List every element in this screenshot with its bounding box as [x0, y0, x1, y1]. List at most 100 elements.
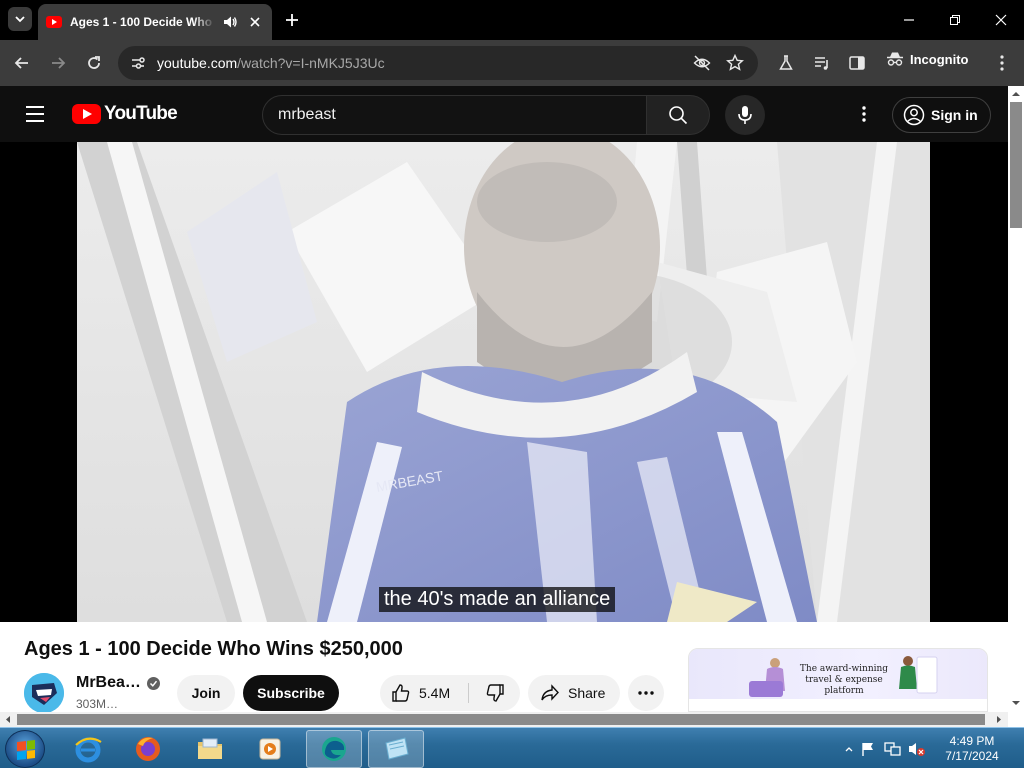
- kebab-menu-icon: [862, 106, 866, 122]
- windows-logo-icon: [17, 740, 35, 760]
- share-label: Share: [568, 685, 606, 701]
- action-center-flag-icon[interactable]: [860, 741, 878, 757]
- incognito-label: Incognito: [910, 51, 969, 67]
- arrow-right-icon: [52, 57, 66, 69]
- dislike-button[interactable]: [469, 675, 520, 711]
- tab-search-button[interactable]: [8, 7, 32, 31]
- forward-button[interactable]: [44, 49, 72, 77]
- screen: Ages 1 - 100 Decide Who Wins $250,000: [0, 0, 1024, 768]
- channel-avatar[interactable]: [24, 673, 64, 712]
- url-path: /watch?v=I-nMKJ5J3Uc: [237, 55, 385, 71]
- bookmark-star-icon[interactable]: [723, 51, 747, 75]
- channel-name[interactable]: MrBea…: [76, 674, 160, 692]
- chevron-down-icon: [15, 16, 25, 23]
- speaker-icon[interactable]: [221, 13, 239, 31]
- site-info-button[interactable]: [126, 51, 150, 75]
- media-controls-icon[interactable]: [808, 49, 836, 77]
- scroll-right-arrow-icon[interactable]: [994, 712, 1004, 727]
- url-text: youtube.com/watch?v=I-nMKJ5J3Uc: [157, 55, 385, 71]
- address-bar[interactable]: youtube.com/watch?v=I-nMKJ5J3Uc: [118, 46, 758, 80]
- sign-in-button[interactable]: Sign in: [892, 97, 991, 133]
- share-button[interactable]: Share: [528, 675, 620, 711]
- more-actions-button[interactable]: [628, 675, 664, 711]
- restore-icon: [950, 15, 960, 25]
- video-frame[interactable]: MRBEAST the 40's made an alliance: [77, 142, 930, 622]
- voice-search-button[interactable]: [725, 95, 765, 135]
- scrollbar-corner: [1008, 712, 1024, 727]
- browser-menu-button[interactable]: [988, 49, 1016, 77]
- network-icon[interactable]: [884, 741, 902, 757]
- browser-tab[interactable]: Ages 1 - 100 Decide Who Wins $250,000: [38, 4, 272, 40]
- notes-icon[interactable]: [368, 730, 424, 768]
- labs-flask-icon[interactable]: [772, 49, 800, 77]
- vertical-scrollbar[interactable]: [1008, 86, 1024, 712]
- search-icon: [669, 106, 688, 125]
- side-panel-icon[interactable]: [843, 49, 871, 77]
- reload-icon: [88, 56, 100, 69]
- like-button[interactable]: 5.4M: [380, 675, 468, 711]
- close-window-button[interactable]: [987, 6, 1015, 34]
- minimize-icon: [904, 19, 914, 21]
- channel-name-text: MrBea…: [76, 674, 141, 691]
- subscriber-count: 303M…: [76, 697, 119, 711]
- horizontal-scrollbar[interactable]: [0, 712, 1008, 727]
- scroll-up-arrow-icon[interactable]: [1008, 89, 1024, 99]
- restore-button[interactable]: [941, 6, 969, 34]
- youtube-play-icon: [72, 104, 101, 124]
- taskbar-clock[interactable]: 4:49 PM 7/17/2024: [930, 734, 1014, 764]
- search-button[interactable]: [646, 95, 710, 135]
- tab-close-icon[interactable]: [246, 13, 264, 31]
- eye-off-icon[interactable]: [690, 51, 714, 75]
- horizontal-scroll-thumb[interactable]: [17, 714, 985, 725]
- reload-button[interactable]: [80, 49, 108, 77]
- account-icon: [903, 104, 925, 126]
- vertical-scroll-thumb[interactable]: [1010, 102, 1022, 228]
- youtube-logo[interactable]: YouTube: [72, 103, 178, 125]
- youtube-favicon-icon: [46, 16, 62, 28]
- incognito-indicator[interactable]: Incognito: [886, 51, 969, 67]
- join-button[interactable]: Join: [177, 675, 235, 711]
- clock-time: 4:49 PM: [949, 734, 995, 748]
- new-tab-button[interactable]: [280, 8, 304, 32]
- tab-title: Ages 1 - 100 Decide Who Wins $250,000: [70, 15, 215, 29]
- system-tray: [844, 728, 926, 768]
- internet-explorer-icon[interactable]: [60, 730, 116, 768]
- start-button[interactable]: [5, 730, 45, 768]
- url-host: youtube.com: [157, 55, 238, 71]
- ad-headline: The award-winning travel & expense platf…: [799, 664, 889, 696]
- arrow-left-icon: [14, 57, 28, 69]
- back-button[interactable]: [8, 49, 36, 77]
- video-still-image: MRBEAST: [77, 142, 930, 622]
- subscribe-button[interactable]: Subscribe: [243, 675, 339, 711]
- file-explorer-icon[interactable]: [182, 730, 238, 768]
- browser-tab-strip: Ages 1 - 100 Decide Who Wins $250,000: [0, 0, 1024, 40]
- guide-menu-button[interactable]: [22, 102, 50, 126]
- microphone-icon: [738, 106, 752, 124]
- scroll-down-arrow-icon[interactable]: [1008, 698, 1024, 708]
- browser-toolbar: youtube.com/watch?v=I-nMKJ5J3Uc Incognit…: [0, 40, 1024, 86]
- plus-icon: [286, 14, 298, 26]
- scroll-left-arrow-icon[interactable]: [3, 712, 13, 727]
- video-player[interactable]: MRBEAST the 40's made an alliance: [0, 142, 1008, 622]
- like-count: 5.4M: [419, 685, 451, 701]
- share-arrow-icon: [541, 684, 559, 701]
- search-input[interactable]: mrbeast: [262, 95, 647, 135]
- horizontal-dots-icon: [638, 691, 654, 695]
- sign-in-label: Sign in: [931, 107, 978, 123]
- youtube-logo-text: YouTube: [104, 103, 178, 124]
- video-info-section: Ages 1 - 100 Decide Who Wins $250,000 Mr…: [0, 622, 1008, 712]
- edge-icon[interactable]: [306, 730, 362, 768]
- show-hidden-icons-icon[interactable]: [844, 744, 854, 754]
- firefox-icon[interactable]: [120, 730, 176, 768]
- volume-muted-icon[interactable]: [908, 741, 926, 757]
- settings-menu-button[interactable]: [850, 100, 878, 128]
- like-dislike-group: 5.4M: [380, 675, 520, 711]
- windows-taskbar: 4:49 PM 7/17/2024: [0, 727, 1024, 768]
- sidebar-ad[interactable]: The award-winning travel & expense platf…: [688, 648, 988, 712]
- thumbs-down-icon: [486, 684, 504, 702]
- media-player-icon[interactable]: [242, 730, 298, 768]
- minimize-button[interactable]: [895, 6, 923, 34]
- incognito-icon: [887, 52, 903, 66]
- youtube-header: YouTube mrbeast Sign in: [0, 86, 1008, 142]
- mrbeast-logo-icon: [24, 673, 64, 712]
